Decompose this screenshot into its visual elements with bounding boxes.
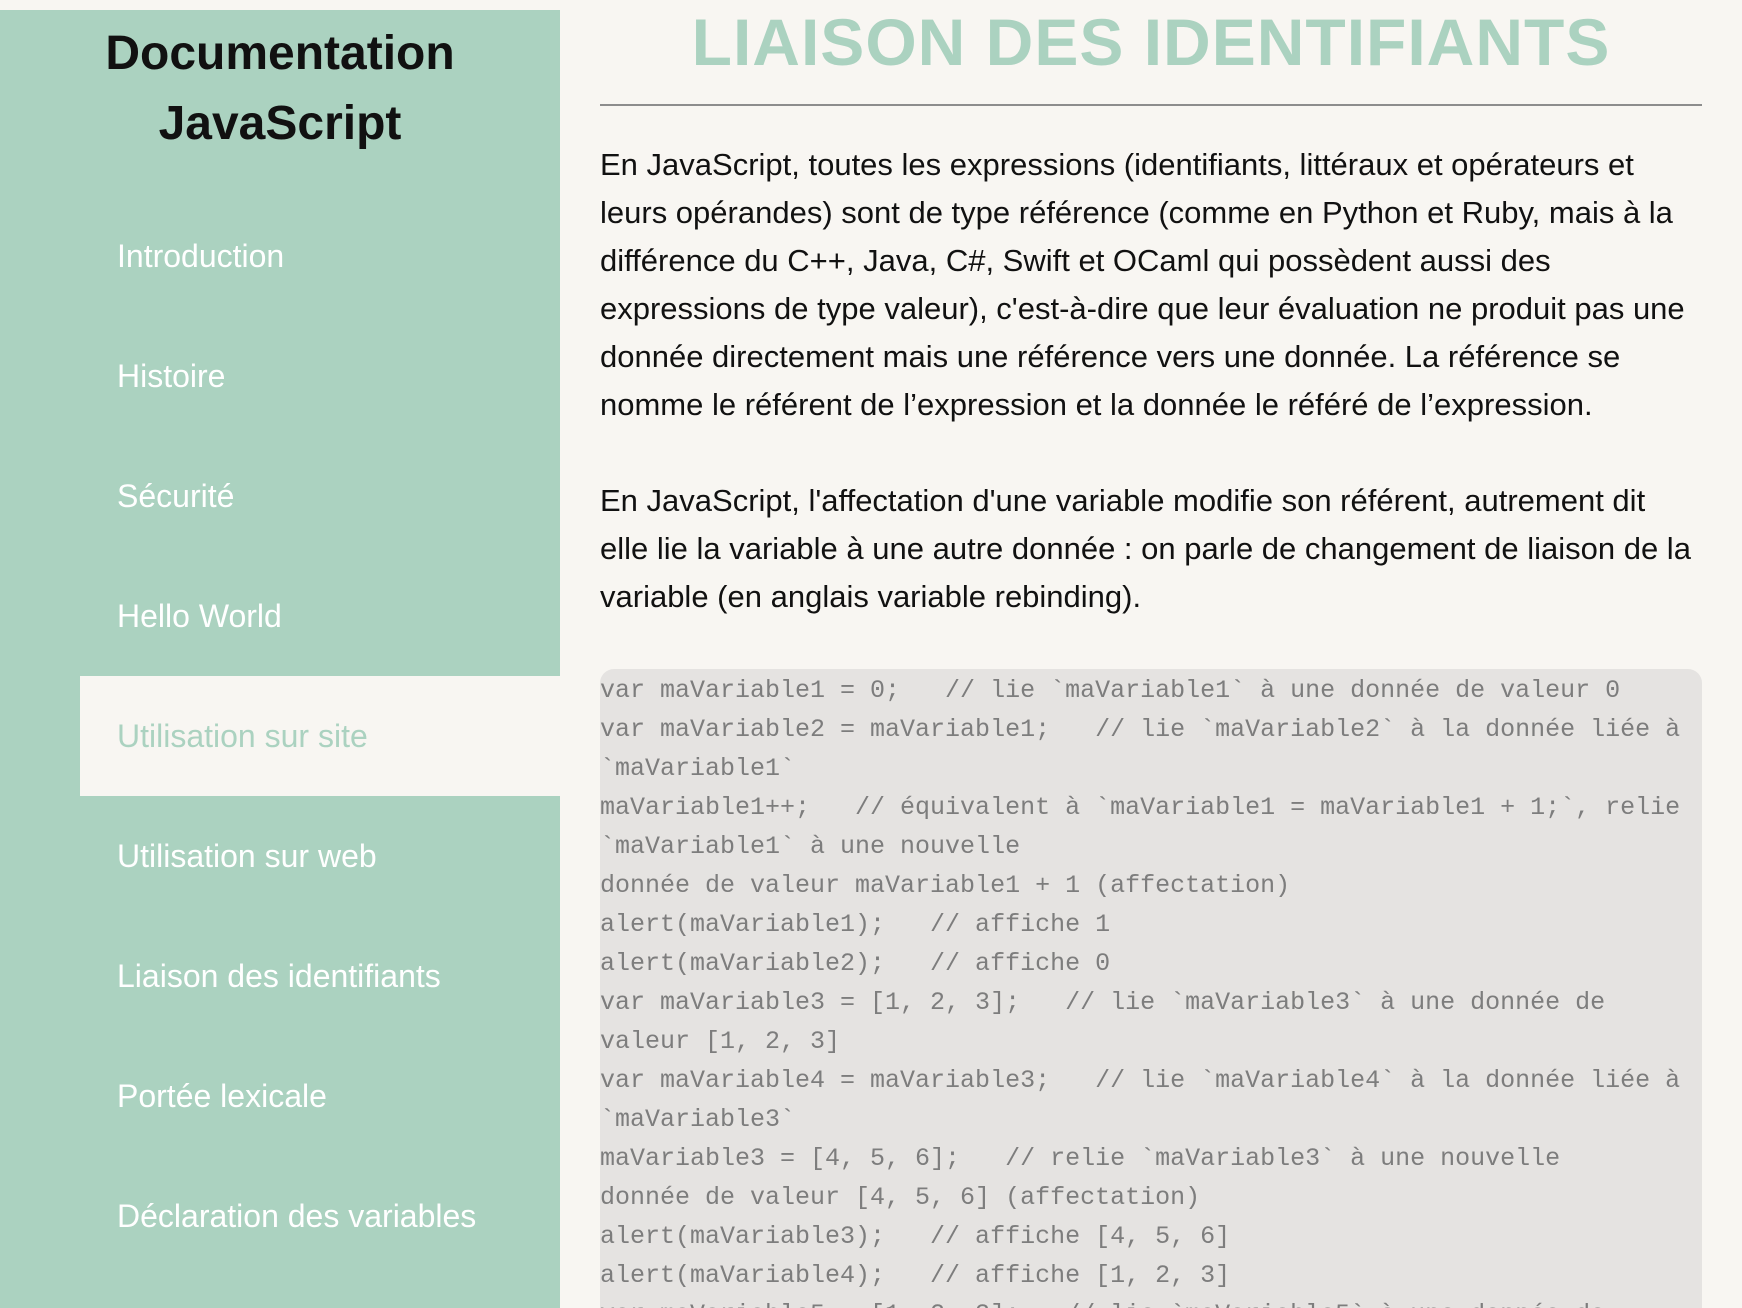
code-line: var maVariable3 = [1, 2, 3]; // lie `maV… (600, 988, 1621, 1056)
page-title: LIAISON DES IDENTIFIANTS (691, 5, 1611, 79)
nav-item-securite[interactable]: Sécurité (0, 436, 560, 556)
code-line: var maVariable5 = [1, 2, 3]; // lie `maV… (600, 1295, 1702, 1308)
sidebar-title-line1: Documentation (105, 27, 455, 80)
code-line: var maVariable1 = 0; // lie `maVariable1… (600, 676, 1621, 705)
code-line: alert(maVariable3); // affiche [4, 5, 6] (600, 1222, 1231, 1251)
sidebar: Documentation JavaScript Introduction Hi… (0, 10, 560, 1308)
title-divider (600, 104, 1702, 106)
code-block: var maVariable1 = 0; // lie `maVariable1… (600, 669, 1702, 1308)
code-line: alert(maVariable1); // affiche 1 (600, 910, 1111, 939)
code-line: alert(maVariable2); // affiche 0 (600, 949, 1111, 978)
main-content: LIAISON DES IDENTIFIANTS En JavaScript, … (600, 0, 1702, 1308)
nav-item-utilisation-sur-site[interactable]: Utilisation sur site (80, 676, 560, 796)
sidebar-title-line2: JavaScript (158, 97, 402, 150)
code-line: donnée de valeur [4, 5, 6] (affectation) (600, 1183, 1201, 1212)
code-line: var maVariable4 = maVariable3; // lie `m… (600, 1066, 1696, 1134)
code-line: alert(maVariable4); // affiche [1, 2, 3] (600, 1261, 1231, 1290)
code-line: maVariable3 = [4, 5, 6]; // relie `maVar… (600, 1144, 1561, 1173)
nav-item-utilisation-sur-web[interactable]: Utilisation sur web (0, 796, 560, 916)
nav-item-declaration-des-variables[interactable]: Déclaration des variables (0, 1156, 560, 1276)
code-line: maVariable1++; // équivalent à `maVariab… (600, 793, 1696, 861)
sidebar-title: Documentation JavaScript (0, 10, 560, 159)
nav-item-histoire[interactable]: Histoire (0, 316, 560, 436)
paragraph-rebinding: En JavaScript, l'affectation d'une varia… (600, 483, 1691, 614)
nav-item-liaison-des-identifiants[interactable]: Liaison des identifiants (0, 916, 560, 1036)
nav-item-portee-lexicale[interactable]: Portée lexicale (0, 1036, 560, 1156)
code-line: donnée de valeur maVariable1 + 1 (affect… (600, 871, 1291, 900)
nav-list: Introduction Histoire Sécurité Hello Wor… (0, 196, 560, 1276)
paragraph-intro: En JavaScript, toutes les expressions (i… (600, 147, 1685, 422)
nav-item-hello-world[interactable]: Hello World (0, 556, 560, 676)
nav-item-introduction[interactable]: Introduction (0, 196, 560, 316)
code-line: var maVariable2 = maVariable1; // lie `m… (600, 715, 1696, 783)
